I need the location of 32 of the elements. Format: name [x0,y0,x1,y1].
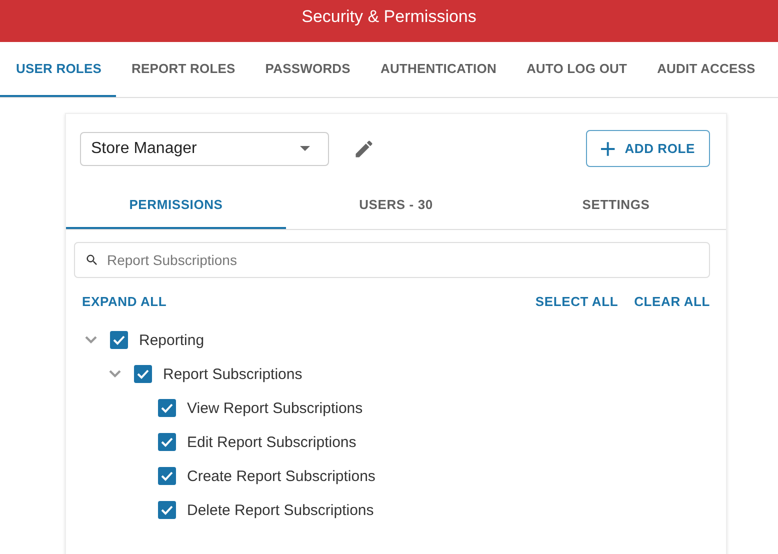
checkbox[interactable] [158,399,176,417]
tab[interactable]: USER ROLES [0,42,116,97]
permission-label: Reporting [139,332,204,348]
role-dropdown[interactable]: Store Manager [80,132,329,166]
tab[interactable]: USERS - 30 [286,181,506,229]
pencil-icon[interactable] [353,138,375,160]
checkbox[interactable] [134,365,152,383]
tab[interactable]: AUTHENTICATION [364,42,510,97]
page-title: Security & Permissions [302,7,476,27]
tab[interactable]: PASSWORDS [249,42,364,97]
search-field[interactable]: Report Subscriptions [74,242,710,278]
add-role-button[interactable]: ADD ROLE [586,130,710,167]
dropdown-caret-icon [300,146,310,151]
permission-label: Create Report Subscriptions [187,468,376,484]
permission-label: Edit Report Subscriptions [187,434,356,450]
select-all-link[interactable]: SELECT ALL [535,294,618,309]
tab[interactable]: PERMISSIONS [66,181,286,229]
tab[interactable]: AUTO LOG OUT [510,42,642,97]
search-icon [85,253,99,267]
checkbox[interactable] [158,467,176,485]
tab[interactable]: AUDIT ACCESS [641,42,770,97]
checkbox[interactable] [110,331,128,349]
checkbox[interactable] [158,433,176,451]
permission-label: Report Subscriptions [163,366,302,382]
clear-all-link[interactable]: CLEAR ALL [634,294,710,309]
expand-all-link[interactable]: EXPAND ALL [82,294,167,309]
checkbox[interactable] [158,501,176,519]
tab[interactable]: REPORT ROLES [116,42,250,97]
plus-icon [601,142,615,156]
tab[interactable]: SETTINGS [506,181,726,229]
permission-label: View Report Subscriptions [187,400,363,416]
permission-label: Delete Report Subscriptions [187,502,374,518]
